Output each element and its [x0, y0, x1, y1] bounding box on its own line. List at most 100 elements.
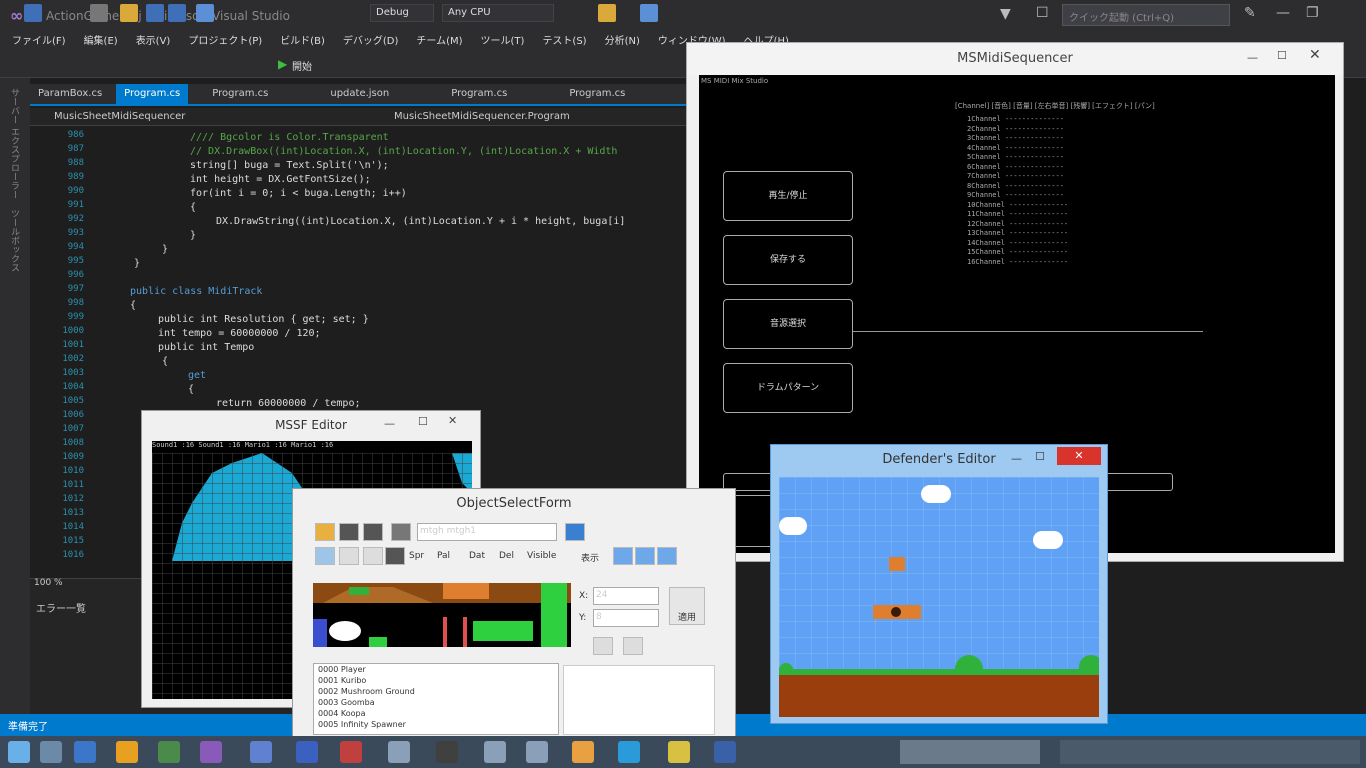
taskbar-app-icon[interactable]	[388, 741, 410, 763]
defender-editor-window[interactable]: Defender's Editor — ☐ ✕	[770, 444, 1108, 724]
save-icon[interactable]	[363, 523, 383, 541]
channel-row[interactable]: 8Channel --------------	[967, 182, 1064, 190]
show-toggle[interactable]: 表示	[581, 551, 599, 564]
minimize-icon[interactable]: —	[1011, 452, 1022, 465]
fill-tool-icon[interactable]	[385, 547, 405, 565]
channel-row[interactable]: 4Channel --------------	[967, 144, 1064, 152]
taskbar-app-icon[interactable]	[116, 741, 138, 763]
property-grid[interactable]	[563, 665, 715, 735]
quick-launch-input[interactable]: クイック起動 (Ctrl+Q)	[1062, 4, 1230, 26]
code-line[interactable]: }	[190, 230, 196, 241]
code-line[interactable]: {	[130, 300, 136, 311]
menu-item[interactable]: テスト(S)	[542, 32, 586, 52]
open-icon[interactable]	[339, 523, 359, 541]
taskbar-active-app[interactable]	[900, 740, 1040, 764]
menu-item[interactable]: デバッグ(D)	[343, 32, 399, 52]
zoom-in-icon[interactable]	[593, 637, 613, 655]
taskbar-app-icon[interactable]	[668, 741, 690, 763]
side-toolbox-rail[interactable]: サーバー エクスプローラー ツールボックス	[0, 78, 30, 714]
menu-item[interactable]: 表示(V)	[136, 32, 171, 52]
find-icon[interactable]	[598, 4, 616, 22]
x-input[interactable]: 24	[593, 587, 659, 605]
play-icon[interactable]: ▶	[278, 57, 287, 71]
config-select[interactable]: Debug	[370, 4, 434, 22]
settings-icon[interactable]	[391, 523, 411, 541]
taskbar-app-icon[interactable]	[484, 741, 506, 763]
select-tool-icon[interactable]	[363, 547, 383, 565]
list-item[interactable]: 0003 Goomba	[314, 697, 558, 708]
taskbar-app-icon[interactable]	[714, 741, 736, 763]
code-line[interactable]: public int Resolution { get; set; }	[158, 314, 369, 325]
feedback-icon[interactable]: ☐	[1036, 5, 1049, 21]
taskbar-app-icon[interactable]	[158, 741, 180, 763]
pen-tool-icon[interactable]	[339, 547, 359, 565]
code-line[interactable]: {	[190, 202, 196, 213]
filter-icon[interactable]: ▼	[1000, 6, 1011, 22]
taskbar-app-icon[interactable]	[200, 741, 222, 763]
tab-update-json[interactable]: update.json	[322, 84, 397, 104]
code-line[interactable]: get	[188, 370, 206, 381]
channel-row[interactable]: 9Channel --------------	[967, 191, 1064, 199]
error-list-title[interactable]: エラー一覧	[36, 600, 86, 615]
y-input[interactable]: 8	[593, 609, 659, 627]
sprite-preview[interactable]	[313, 583, 571, 647]
channel-row[interactable]: 6Channel --------------	[967, 163, 1064, 171]
object-select-window[interactable]: ObjectSelectForm mtgh mtgh1 Spr Pal Dat …	[292, 488, 736, 738]
code-line[interactable]: {	[188, 384, 194, 395]
taskbar-app-icon[interactable]	[572, 741, 594, 763]
question-block[interactable]	[889, 557, 905, 571]
channel-row[interactable]: 12Channel --------------	[967, 220, 1068, 228]
dropdown-icon[interactable]	[565, 523, 585, 541]
tab-program-active[interactable]: Program.cs	[116, 84, 189, 104]
align-left-icon[interactable]	[613, 547, 633, 565]
code-line[interactable]: // DX.DrawBox((int)Location.X, (int)Loca…	[190, 146, 617, 157]
channel-row[interactable]: 11Channel --------------	[967, 210, 1068, 218]
code-line[interactable]: {	[162, 356, 168, 367]
bookmark-icon[interactable]	[640, 4, 658, 22]
channel-row[interactable]: 15Channel --------------	[967, 248, 1068, 256]
maximize-icon[interactable]: ❐	[1306, 5, 1319, 21]
system-tray[interactable]	[1060, 740, 1360, 764]
menu-item[interactable]: プロジェクト(P)	[188, 32, 262, 52]
taskbar-app-icon[interactable]	[618, 741, 640, 763]
list-item[interactable]: 0005 Infinity Spawner	[314, 719, 558, 730]
start-icon[interactable]	[8, 741, 30, 763]
maximize-icon[interactable]: ☐	[418, 415, 428, 428]
pal-tool[interactable]: Pal	[437, 551, 450, 561]
align-center-icon[interactable]	[635, 547, 655, 565]
minimize-icon[interactable]: —	[1276, 5, 1290, 21]
menu-item[interactable]: チーム(M)	[416, 32, 462, 52]
channel-row[interactable]: 16Channel --------------	[967, 258, 1068, 266]
channel-row[interactable]: 14Channel --------------	[967, 239, 1068, 247]
code-line[interactable]: int height = DX.GetFontSize();	[190, 174, 371, 185]
maximize-icon[interactable]: ☐	[1035, 450, 1045, 463]
open-icon[interactable]	[120, 4, 138, 22]
save-all-icon[interactable]	[168, 4, 186, 22]
code-line[interactable]: string[] buga = Text.Split('\n');	[190, 160, 389, 171]
taskbar-app-icon[interactable]	[250, 741, 272, 763]
channel-row[interactable]: 5Channel --------------	[967, 153, 1064, 161]
tab-parambox[interactable]: ParamBox.cs	[30, 84, 110, 104]
enemy-sprite[interactable]	[891, 607, 901, 617]
menu-item[interactable]: ビルド(B)	[280, 32, 325, 52]
pin-icon[interactable]: ✎	[1244, 5, 1256, 21]
taskbar-app-icon[interactable]	[74, 741, 96, 763]
play-stop-button[interactable]: 再生/停止	[723, 171, 853, 221]
tab-program[interactable]: Program.cs	[204, 84, 276, 104]
menu-item[interactable]: 分析(N)	[605, 32, 640, 52]
menu-item[interactable]: ファイル(F)	[12, 32, 66, 52]
code-line[interactable]: int tempo = 60000000 / 120;	[158, 328, 321, 339]
apply-button[interactable]: 適用	[669, 587, 705, 625]
zoom-out-icon[interactable]	[623, 637, 643, 655]
sound-select-button[interactable]: 音源選択	[723, 299, 853, 349]
code-line[interactable]: //// Bgcolor is Color.Transparent	[190, 132, 389, 143]
close-icon[interactable]: ✕	[448, 414, 457, 427]
taskbar-app-icon[interactable]	[436, 741, 458, 763]
minimize-icon[interactable]: —	[1247, 51, 1258, 64]
spr-tool[interactable]: Spr	[409, 551, 424, 561]
channel-row[interactable]: 13Channel --------------	[967, 229, 1068, 237]
code-line[interactable]: public class MidiTrack	[130, 286, 262, 297]
list-item[interactable]: 0004 Koopa	[314, 708, 558, 719]
solution-icon[interactable]	[90, 4, 108, 22]
project-dropdown[interactable]: MusicSheetMidiSequencer	[54, 111, 185, 122]
